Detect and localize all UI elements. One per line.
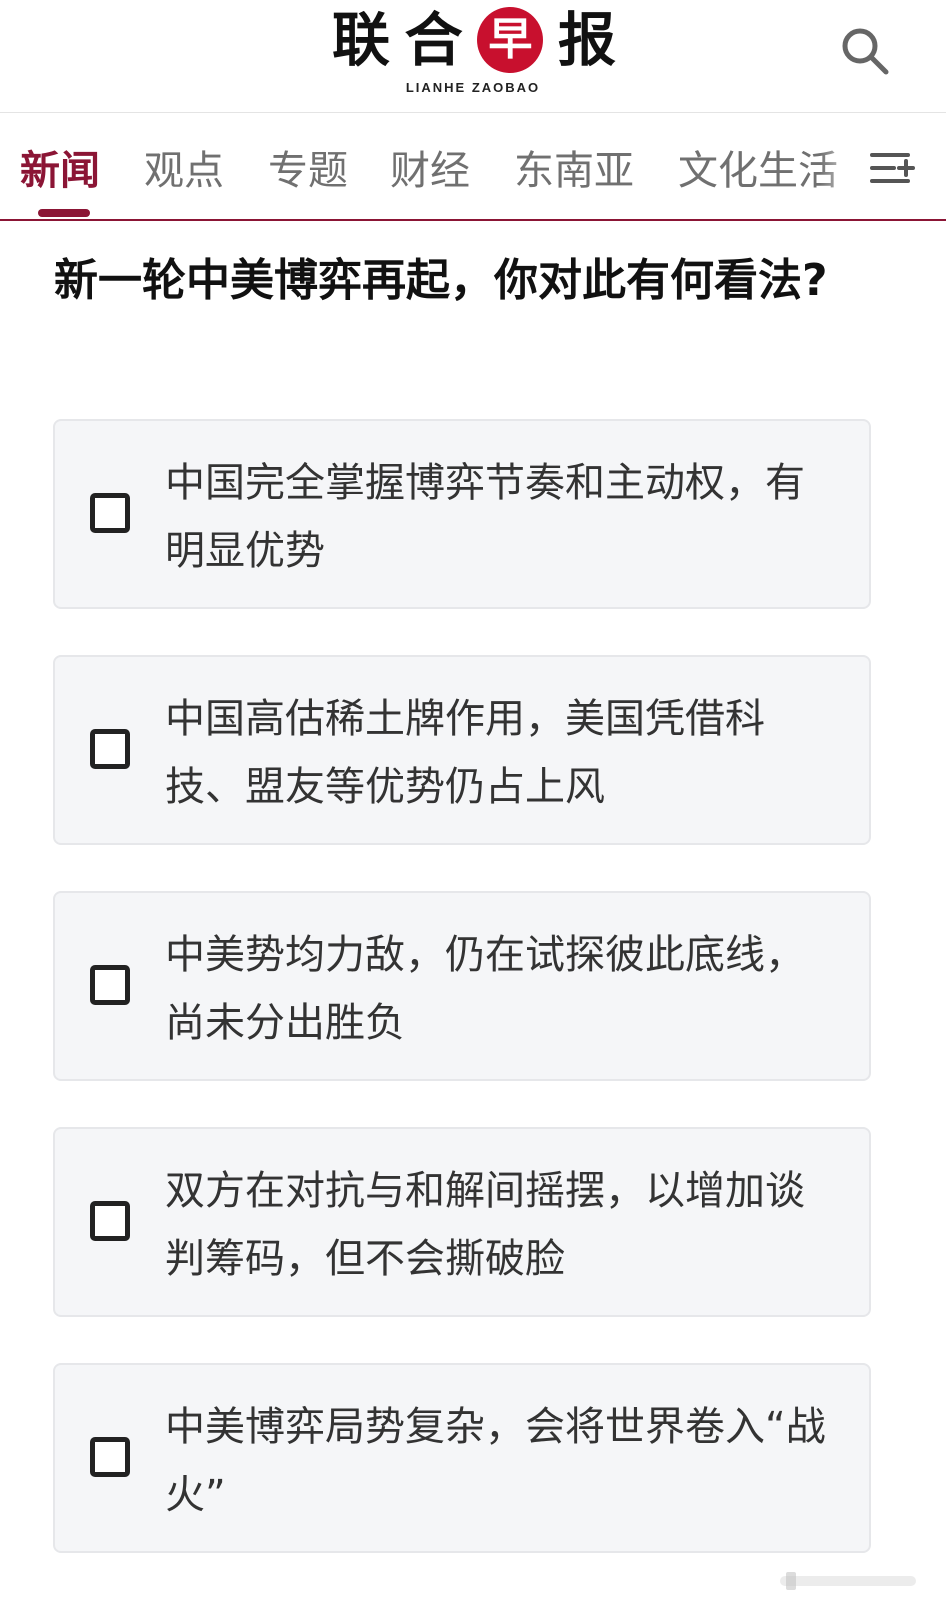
- option-checkbox[interactable]: [90, 1437, 130, 1477]
- option-checkbox[interactable]: [90, 493, 130, 533]
- option-label: 中国高估稀土牌作用，美国凭借科技、盟友等优势仍占上风: [165, 696, 765, 810]
- logo-seal-char: 早: [477, 7, 544, 73]
- poll-option[interactable]: 中美博弈局势复杂，会将世界卷入“战火”: [53, 1363, 871, 1553]
- option-label: 中美势均力敌，仍在试探彼此底线，尚未分出胜负: [165, 932, 805, 1046]
- option-checkbox[interactable]: [90, 1201, 130, 1241]
- poll-option[interactable]: 中国高估稀土牌作用，美国凭借科技、盟友等优势仍占上风: [53, 655, 871, 845]
- logo-char-1: 联: [332, 6, 391, 74]
- logo-char-4: 报: [557, 6, 616, 74]
- poll-question: 新一轮中美博弈再起，你对此有何看法?: [54, 255, 828, 306]
- poll-option[interactable]: 中美势均力敌，仍在试探彼此底线，尚未分出胜负: [53, 891, 871, 1081]
- menu-add-icon: [870, 153, 915, 183]
- tab-topics[interactable]: 专题: [268, 143, 348, 199]
- logo-char-2: 合: [404, 6, 463, 74]
- search-icon: [842, 28, 889, 75]
- tab-opinion[interactable]: 观点: [144, 143, 224, 199]
- tab-news[interactable]: 新闻: [20, 143, 100, 199]
- active-tab-indicator: [38, 209, 90, 217]
- app-header: 联 合 早 报 LIANHE ZAOBAO: [0, 0, 946, 113]
- channel-menu-button[interactable]: [868, 147, 916, 195]
- poll-option[interactable]: 双方在对抗与和解间摇摆，以增加谈判筹码，但不会撕破脸: [53, 1127, 871, 1317]
- option-label: 中美博弈局势复杂，会将世界卷入“战火”: [165, 1404, 826, 1518]
- option-checkbox[interactable]: [90, 729, 130, 769]
- option-label: 中国完全掌握博弈节奏和主动权，有明显优势: [165, 460, 805, 574]
- tab-finance[interactable]: 财经: [390, 143, 470, 199]
- option-label: 双方在对抗与和解间摇摆，以增加谈判筹码，但不会撕破脸: [165, 1168, 805, 1282]
- lianhe-zaobao-logo[interactable]: 联 合 早 报: [332, 4, 616, 76]
- watermark-graphic: [780, 1572, 916, 1590]
- tab-southeast-asia[interactable]: 东南亚: [514, 143, 634, 199]
- section-tabs: 新闻 观点 专题 财经 东南亚 文化生活: [0, 113, 946, 221]
- tab-culture-life[interactable]: 文化生活: [678, 143, 838, 199]
- logo-latin-text: LIANHE ZAOBAO: [405, 80, 541, 95]
- search-button[interactable]: [840, 26, 890, 76]
- poll-option[interactable]: 中国完全掌握博弈节奏和主动权，有明显优势: [53, 419, 871, 609]
- option-checkbox[interactable]: [90, 965, 130, 1005]
